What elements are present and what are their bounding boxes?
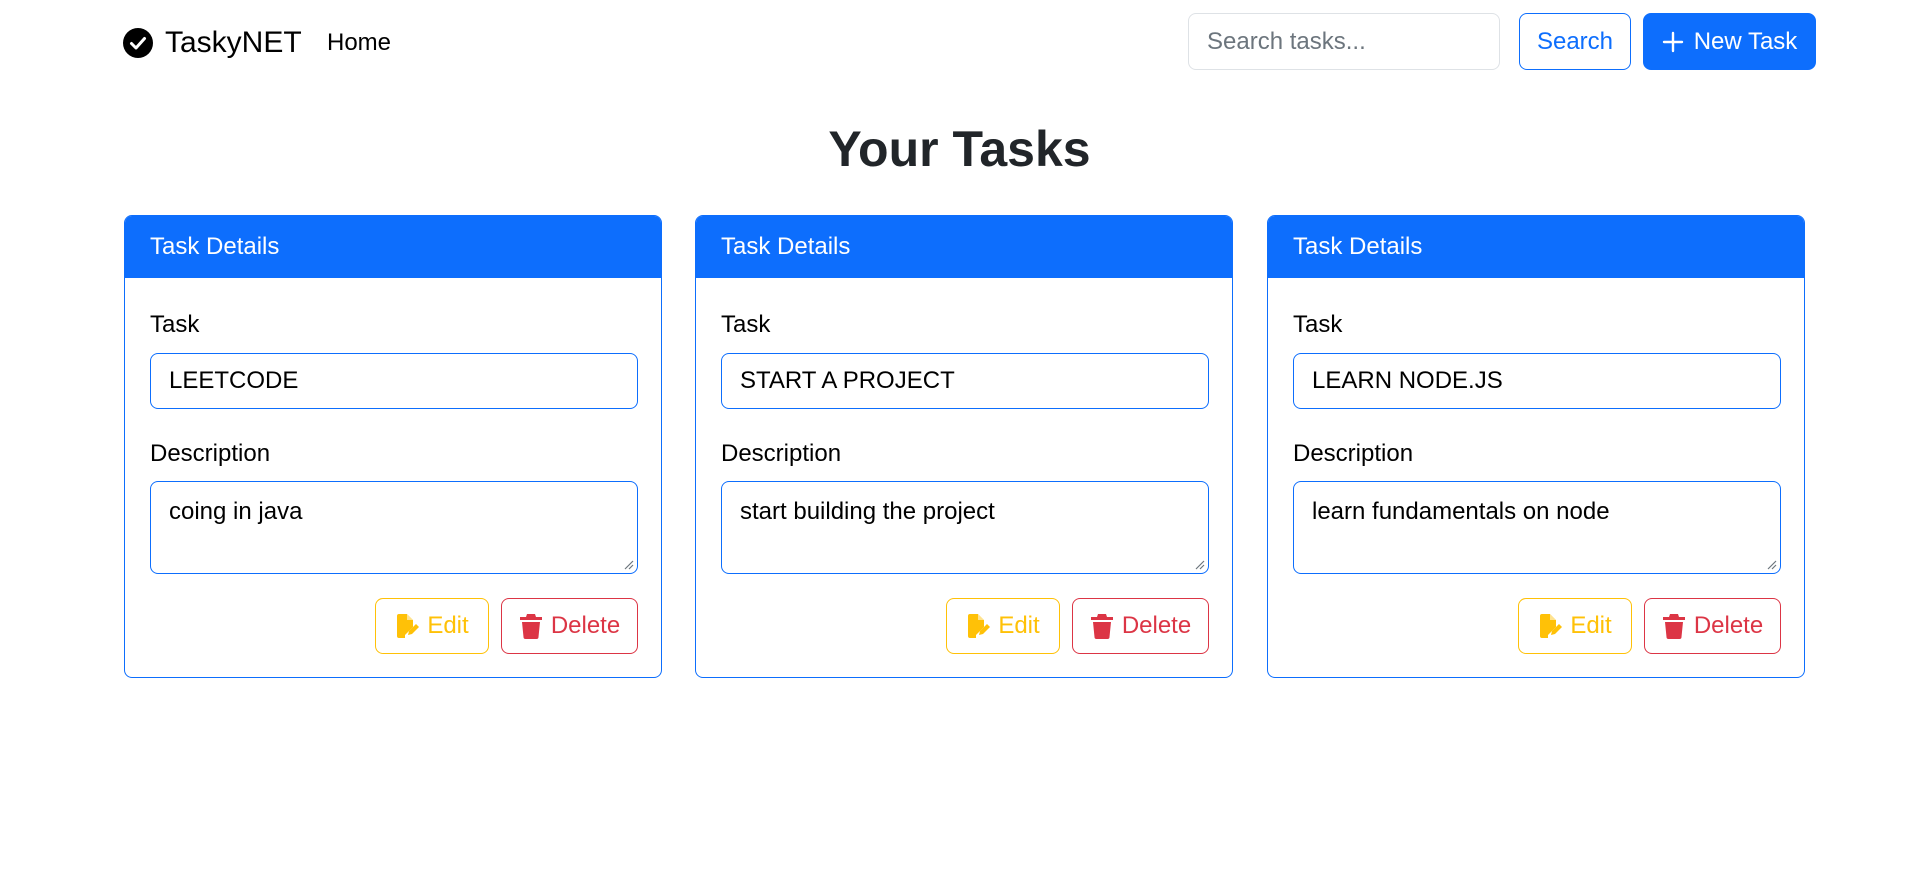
search-input[interactable]: [1188, 13, 1500, 70]
delete-label: Delete: [1121, 612, 1192, 639]
task-card: Task Details Task START A PROJECT Descri…: [695, 215, 1233, 678]
file-pen-icon: [968, 614, 991, 638]
edit-label: Edit: [998, 612, 1040, 639]
delete-button[interactable]: Delete: [1644, 598, 1781, 654]
description-field[interactable]: learn fundamentals on node: [1293, 481, 1781, 574]
card-header: Task Details: [1268, 216, 1804, 278]
description-label: Description: [721, 440, 842, 467]
resize-grip-icon[interactable]: [1765, 558, 1777, 570]
resize-grip-icon[interactable]: [622, 558, 634, 570]
task-label: Task: [150, 311, 200, 338]
task-field[interactable]: LEARN NODE.JS: [1293, 353, 1781, 409]
edit-button[interactable]: Edit: [375, 598, 489, 654]
description-field[interactable]: coing in java: [150, 481, 638, 574]
new-task-button[interactable]: New Task: [1643, 13, 1816, 70]
delete-label: Delete: [1693, 612, 1764, 639]
task-card: Task Details Task LEETCODE Description c…: [124, 215, 662, 678]
description-text: start building the project: [740, 498, 995, 525]
task-card: Task Details Task LEARN NODE.JS Descript…: [1267, 215, 1805, 678]
card-header: Task Details: [125, 216, 661, 278]
file-pen-icon: [1540, 614, 1563, 638]
page-title: Your Tasks: [828, 121, 1091, 177]
task-label: Task: [721, 311, 771, 338]
edit-label: Edit: [1570, 612, 1612, 639]
brand[interactable]: TaskyNET: [123, 25, 302, 61]
plus-icon: [1662, 31, 1683, 52]
description-label: Description: [150, 440, 271, 467]
brand-name: TaskyNET: [165, 26, 302, 59]
card-body: Task LEARN NODE.JS Description learn fun…: [1268, 278, 1804, 677]
card-header: Task Details: [696, 216, 1232, 278]
delete-label: Delete: [550, 612, 621, 639]
delete-button[interactable]: Delete: [1072, 598, 1209, 654]
edit-button[interactable]: Edit: [946, 598, 1060, 654]
navbar: TaskyNET Home Search New Task: [0, 0, 1919, 86]
nav-home-link[interactable]: Home: [327, 29, 391, 57]
trash-icon: [1090, 614, 1113, 639]
description-field[interactable]: start building the project: [721, 481, 1209, 574]
resize-grip-icon[interactable]: [1193, 558, 1205, 570]
card-body: Task LEETCODE Description coing in java …: [125, 278, 661, 677]
edit-label: Edit: [427, 612, 469, 639]
trash-icon: [519, 614, 542, 639]
search-button[interactable]: Search: [1519, 13, 1631, 70]
description-label: Description: [1293, 440, 1414, 467]
card-body: Task START A PROJECT Description start b…: [696, 278, 1232, 677]
check-circle-icon: [123, 28, 153, 58]
description-text: coing in java: [169, 498, 303, 525]
edit-button[interactable]: Edit: [1518, 598, 1632, 654]
file-pen-icon: [397, 614, 420, 638]
task-label: Task: [1293, 311, 1343, 338]
task-field[interactable]: START A PROJECT: [721, 353, 1209, 409]
description-text: learn fundamentals on node: [1312, 498, 1610, 525]
trash-icon: [1662, 614, 1685, 639]
new-task-label: New Task: [1693, 27, 1798, 55]
delete-button[interactable]: Delete: [501, 598, 638, 654]
task-field[interactable]: LEETCODE: [150, 353, 638, 409]
